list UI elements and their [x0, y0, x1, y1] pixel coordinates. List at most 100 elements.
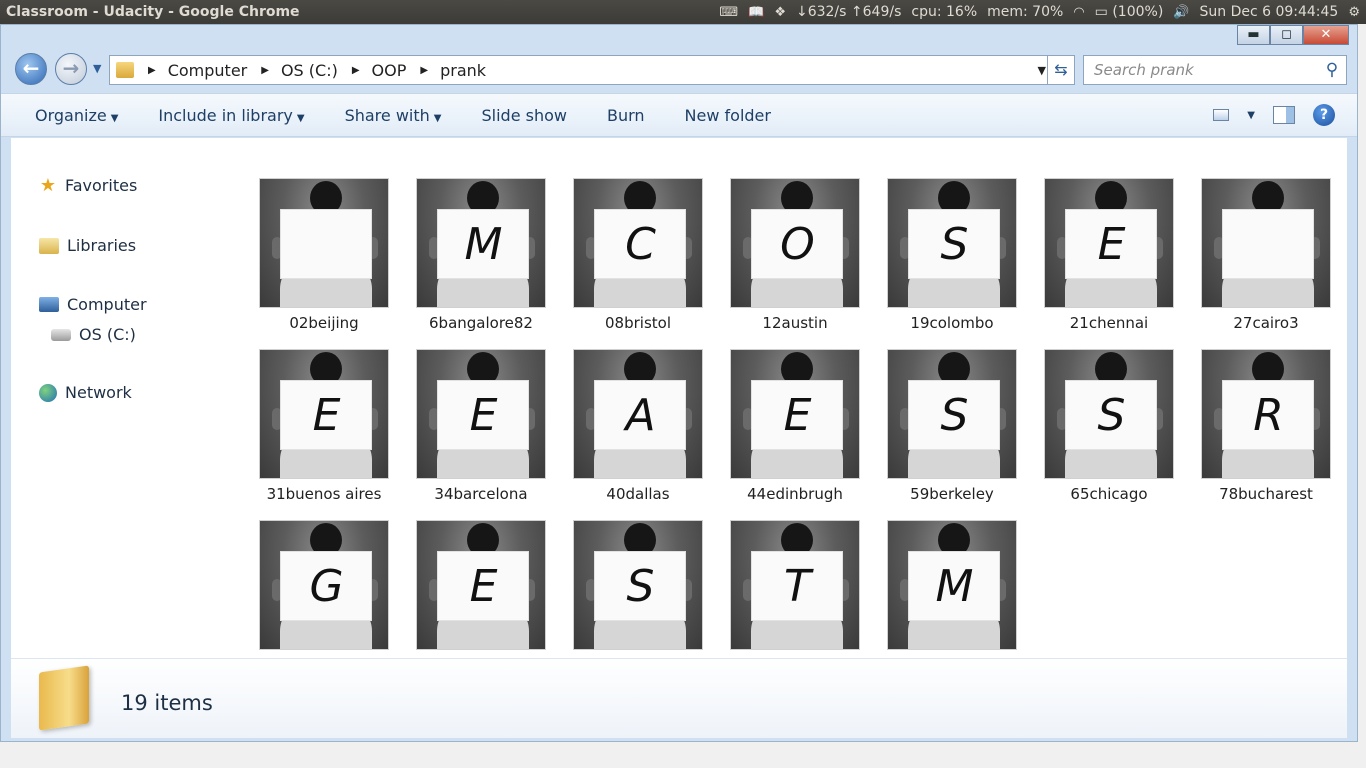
indicators: ⌨ 📖 ❖ ↓632/s ↑649/s cpu: 16% mem: 70% ◠ … — [719, 4, 1366, 20]
breadcrumb-oop[interactable]: OOP ▶ — [372, 61, 441, 80]
file-name: 08bristol — [605, 314, 671, 332]
file-tile[interactable]: S 19colombo — [887, 178, 1017, 338]
content-area: ★ Favorites Libraries Computer OS (C:) N… — [11, 138, 1347, 674]
command-bar: Organize ▼ Include in library ▼ Share with… — [1, 93, 1357, 137]
file-tile[interactable]: E 34barcelona — [416, 349, 546, 509]
nav-item-libraries[interactable]: Libraries — [39, 236, 136, 255]
close-button[interactable]: ✕ — [1303, 25, 1349, 45]
card-letter: S — [594, 551, 686, 621]
recent-pages-dropdown-icon[interactable]: ▼ — [93, 62, 101, 75]
book-icon[interactable]: 📖 — [748, 5, 764, 20]
file-name: 34barcelona — [434, 485, 528, 503]
image-thumbnail: E — [416, 349, 546, 479]
image-thumbnail: R — [1201, 349, 1331, 479]
file-name: 44edinbrugh — [747, 485, 843, 503]
breadcrumb-root-arrow[interactable]: ▶ — [134, 65, 168, 76]
file-tile[interactable]: 27cairo3 — [1201, 178, 1331, 338]
image-thumbnail: M — [416, 178, 546, 308]
nav-item-computer[interactable]: Computer — [39, 295, 147, 314]
file-tile[interactable]: S 59berkeley — [887, 349, 1017, 509]
nav-item-favorites[interactable]: ★ Favorites — [39, 176, 137, 195]
card-letter: E — [437, 551, 529, 621]
file-tile[interactable]: T buffalo12 — [730, 520, 860, 680]
minimize-button[interactable]: ▬ — [1237, 25, 1270, 45]
image-thumbnail: S — [887, 349, 1017, 479]
chevron-right-icon: ▶ — [420, 64, 429, 76]
image-thumbnail: S — [573, 520, 703, 650]
battery-icon: ▭ — [1094, 4, 1108, 20]
search-input[interactable] — [1094, 61, 1318, 79]
file-tile[interactable]: E 44edinbrugh — [730, 349, 860, 509]
image-thumbnail: O — [730, 178, 860, 308]
card-letter: A — [594, 380, 686, 450]
image-thumbnail: E — [259, 349, 389, 479]
file-name: 02beijing — [289, 314, 359, 332]
file-tile[interactable]: M 6bangalore82 — [416, 178, 546, 338]
card-letter: S — [1065, 380, 1157, 450]
file-tile[interactable]: E 89bogota — [416, 520, 546, 680]
file-tile[interactable]: R 78bucharest — [1201, 349, 1331, 509]
file-tile[interactable]: O 12austin — [730, 178, 860, 338]
power-gear-icon[interactable]: ⚙ — [1348, 5, 1360, 20]
include-in-library-menu[interactable]: Include in library ▼ — [138, 106, 324, 125]
top-panel: Classroom - Udacity - Google Chrome ⌨ 📖 … — [0, 0, 1366, 24]
share-with-menu[interactable]: Share with ▼ — [325, 106, 462, 125]
address-bar[interactable]: ▶ Computer ▶ OS (C:) ▶ OOP ▶ prank ▼ — [109, 55, 1055, 85]
image-thumbnail: M — [887, 520, 1017, 650]
file-tile[interactable]: A 40dallas — [573, 349, 703, 509]
wifi-icon[interactable]: ◠ — [1073, 5, 1084, 20]
dropbox-icon[interactable]: ❖ — [774, 5, 786, 20]
card-letter: E — [751, 380, 843, 450]
address-row: ← → ▼ ▶ Computer ▶ OS (C:) ▶ OOP ▶ prank ▼ … — [11, 51, 1357, 87]
help-icon[interactable]: ? — [1313, 104, 1335, 126]
file-tile[interactable]: C 08bristol — [573, 178, 703, 338]
nav-item-os-drive[interactable]: OS (C:) — [51, 325, 136, 344]
memory-usage: mem: 70% — [987, 4, 1064, 20]
battery-level: (100%) — [1112, 4, 1164, 20]
chevron-right-icon: ▶ — [351, 64, 360, 76]
file-tile[interactable]: 02beijing — [259, 178, 389, 338]
refresh-button[interactable]: ⇆ — [1047, 55, 1075, 85]
clock[interactable]: Sun Dec 6 09:44:45 — [1199, 4, 1338, 20]
preview-pane-icon[interactable] — [1273, 106, 1295, 124]
view-options-dropdown-icon[interactable]: ▼ — [1247, 110, 1255, 121]
item-count: 19 items — [121, 691, 213, 715]
file-tile[interactable]: E 31buenos aires — [259, 349, 389, 509]
search-box[interactable]: ⚲ — [1083, 55, 1347, 85]
navigation-pane: ★ Favorites Libraries Computer OS (C:) N… — [11, 138, 247, 658]
new-folder-button[interactable]: New folder — [665, 106, 791, 125]
image-thumbnail: T — [730, 520, 860, 650]
organize-menu[interactable]: Organize ▼ — [1, 106, 138, 125]
card-letter: R — [1222, 380, 1314, 450]
breadcrumb-computer[interactable]: Computer ▶ — [168, 61, 281, 80]
file-tile[interactable]: S 65chicago — [1044, 349, 1174, 509]
file-tile[interactable]: G 85delhi — [259, 520, 389, 680]
image-thumbnail: S — [887, 178, 1017, 308]
file-tile[interactable]: M cambridge754 — [887, 520, 1017, 680]
computer-icon — [39, 297, 59, 312]
file-name: 27cairo3 — [1233, 314, 1299, 332]
burn-button[interactable]: Burn — [587, 106, 665, 125]
back-button[interactable]: ← — [15, 53, 47, 85]
file-tile[interactable]: E 21chennai — [1044, 178, 1174, 338]
breadcrumb-os-drive[interactable]: OS (C:) ▶ — [281, 61, 372, 80]
network-icon — [39, 383, 57, 402]
file-tile[interactable]: S 94athens1 — [573, 520, 703, 680]
nav-item-network[interactable]: Network — [39, 383, 132, 402]
search-icon[interactable]: ⚲ — [1318, 60, 1346, 80]
image-thumbnail — [1201, 178, 1331, 308]
change-view-icon[interactable] — [1213, 109, 1230, 121]
volume-icon[interactable]: 🔊 — [1173, 5, 1189, 20]
window-title: Classroom - Udacity - Google Chrome — [6, 4, 300, 20]
battery-indicator[interactable]: ▭ (100%) — [1095, 4, 1164, 20]
libraries-icon — [39, 237, 59, 254]
maximize-button[interactable]: ◻ — [1270, 25, 1303, 45]
address-history-dropdown-icon[interactable]: ▼ — [1038, 64, 1046, 77]
cpu-usage: cpu: 16% — [911, 4, 978, 20]
chevron-down-icon: ▼ — [110, 112, 119, 124]
forward-button[interactable]: → — [55, 53, 87, 85]
folder-icon — [116, 62, 134, 78]
slide-show-button[interactable]: Slide show — [461, 106, 586, 125]
keyboard-icon[interactable]: ⌨ — [719, 5, 738, 20]
breadcrumb-prank[interactable]: prank — [440, 61, 486, 80]
